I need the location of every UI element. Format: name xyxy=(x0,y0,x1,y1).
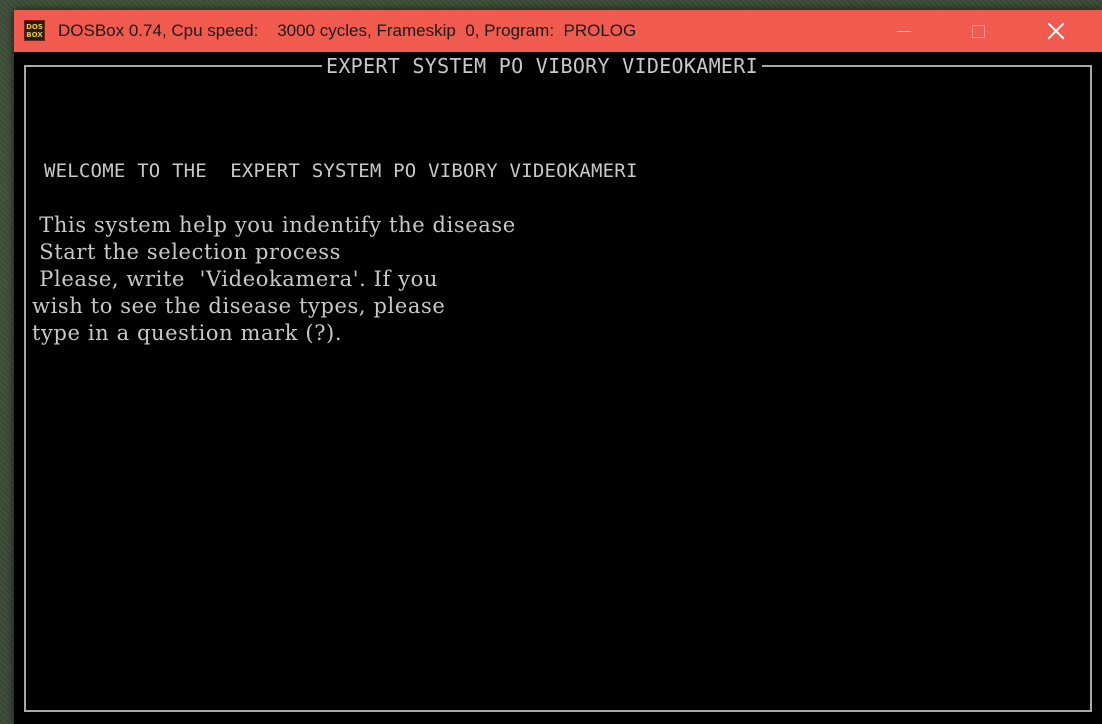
instruction-line-5: type in a question mark (?). xyxy=(32,321,343,345)
minimize-icon xyxy=(897,30,911,32)
frame-title: EXPERT SYSTEM PO VIBORY VIDEOKAMERI xyxy=(322,54,762,78)
dos-screen[interactable]: EXPERT SYSTEM PO VIBORY VIDEOKAMERI WELC… xyxy=(14,52,1102,724)
app-icon-text-top: DOS xyxy=(26,22,43,31)
instruction-line-2: Start the selection process xyxy=(32,240,342,264)
instruction-line-4: wish to see the disease types, please xyxy=(32,294,446,318)
app-icon-text-bottom: BOX xyxy=(26,30,43,39)
dosbox-window: DOS BOX DOSBox 0.74, Cpu speed: 3000 cyc… xyxy=(14,10,1102,724)
close-icon xyxy=(1047,22,1065,40)
close-button[interactable] xyxy=(1028,10,1084,52)
minimize-button[interactable] xyxy=(876,10,932,52)
instruction-line-1: This system help you indentify the disea… xyxy=(32,213,516,237)
window-title: DOSBox 0.74, Cpu speed: 3000 cycles, Fra… xyxy=(58,21,637,40)
instruction-line-3: Please, write 'Videokamera'. If you xyxy=(32,267,439,291)
welcome-text: WELCOME TO THE EXPERT SYSTEM PO VIBORY V… xyxy=(44,160,638,182)
maximize-icon xyxy=(971,24,985,38)
title-bar[interactable]: DOS BOX DOSBox 0.74, Cpu speed: 3000 cyc… xyxy=(14,10,1102,52)
maximize-button[interactable] xyxy=(950,10,1006,52)
dosbox-app-icon[interactable]: DOS BOX xyxy=(24,20,45,41)
